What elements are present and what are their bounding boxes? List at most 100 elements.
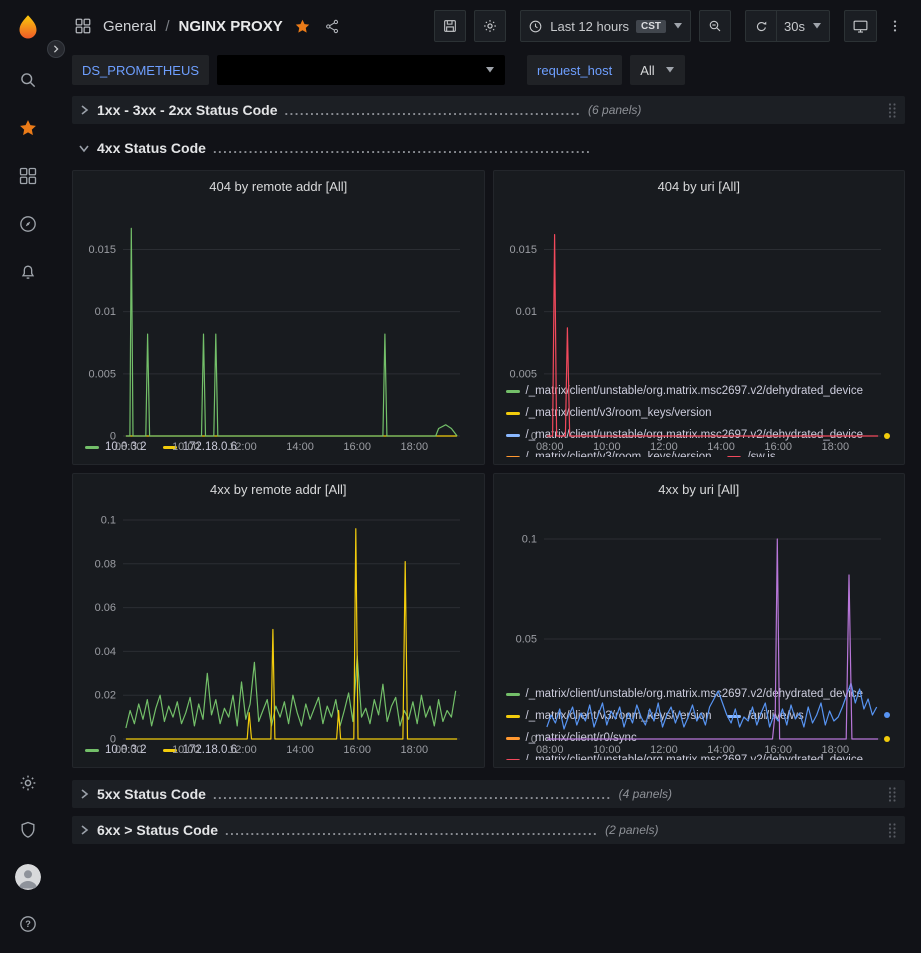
chevron-down-icon: [78, 142, 90, 154]
row-drag-handle[interactable]: [887, 822, 897, 839]
svg-text:18:00: 18:00: [401, 744, 429, 756]
svg-text:08:00: 08:00: [535, 744, 563, 756]
chevron-down-icon: [812, 23, 822, 29]
main-area: General / NGINX PROXY Last 12 hours: [56, 0, 921, 953]
legend-swatch: [506, 456, 520, 458]
svg-text:14:00: 14:00: [707, 441, 735, 453]
svg-text:10:00: 10:00: [593, 744, 621, 756]
svg-text:0.05: 0.05: [515, 634, 536, 646]
timezone-badge: CST: [636, 20, 666, 33]
svg-text:08:00: 08:00: [115, 744, 143, 756]
svg-text:12:00: 12:00: [650, 441, 678, 453]
svg-text:0.1: 0.1: [521, 534, 536, 546]
panel-title[interactable]: 4xx by remote addr [All]: [83, 479, 474, 501]
sidebar-expand-toggle[interactable]: [47, 40, 65, 58]
toolbar: Last 12 hours CST 30s: [434, 10, 905, 42]
search-icon[interactable]: [0, 56, 56, 104]
svg-text:16:00: 16:00: [764, 744, 792, 756]
row-drag-handle[interactable]: [887, 786, 897, 803]
svg-text:14:00: 14:00: [286, 441, 314, 453]
svg-text:08:00: 08:00: [535, 441, 563, 453]
variables-bar: DS_PROMETHEUS request_host All: [56, 52, 921, 88]
starred-icon[interactable]: [0, 104, 56, 152]
panel-4xx-by-remote-addr: 4xx by remote addr [All] 00.020.040.060.…: [72, 473, 485, 768]
svg-text:14:00: 14:00: [286, 744, 314, 756]
svg-text:0.015: 0.015: [509, 244, 537, 256]
svg-text:0.06: 0.06: [95, 602, 116, 614]
share-icon[interactable]: [322, 16, 343, 37]
panels-grid: 404 by remote addr [All] 00.0050.010.015…: [72, 170, 905, 768]
save-dashboard-button[interactable]: [434, 10, 466, 42]
time-range-picker[interactable]: Last 12 hours CST: [520, 10, 691, 42]
row-6xx[interactable]: 6xx > Status Code ......................…: [72, 816, 905, 844]
server-admin-shield-icon[interactable]: [0, 806, 56, 853]
svg-text:14:00: 14:00: [707, 744, 735, 756]
svg-text:0.015: 0.015: [88, 244, 116, 256]
dashboards-icon[interactable]: [0, 152, 56, 200]
svg-text:10:00: 10:00: [172, 441, 200, 453]
svg-text:0.1: 0.1: [101, 514, 116, 526]
timeseries-chart[interactable]: 00.0050.010.01508:0010:0012:0014:0016:00…: [504, 198, 895, 377]
row-drag-handle[interactable]: [887, 102, 897, 119]
zoom-out-time-button[interactable]: [699, 10, 731, 42]
time-range-label: Last 12 hours: [550, 19, 629, 34]
svg-text:0.01: 0.01: [95, 306, 116, 318]
svg-text:12:00: 12:00: [229, 441, 257, 453]
timeseries-chart[interactable]: 00.0050.010.01508:0010:0012:0014:0016:00…: [83, 198, 474, 433]
explore-compass-icon[interactable]: [0, 200, 56, 248]
refresh-interval-picker[interactable]: 30s: [777, 10, 830, 42]
chevron-right-icon: [78, 788, 90, 800]
kebab-menu-icon[interactable]: [885, 15, 905, 37]
request-host-select[interactable]: All: [630, 55, 684, 85]
row-1xx-3xx-2xx[interactable]: 1xx - 3xx - 2xx Status Code ............…: [72, 96, 905, 124]
chevron-down-icon: [673, 23, 683, 29]
top-navbar: General / NGINX PROXY Last 12 hours: [56, 0, 921, 52]
apps-grid-icon[interactable]: [72, 15, 94, 37]
svg-text:0.08: 0.08: [95, 558, 116, 570]
panel-title[interactable]: 4xx by uri [All]: [504, 479, 895, 501]
datasource-select[interactable]: [217, 55, 505, 85]
avatar[interactable]: [0, 853, 56, 900]
configuration-gear-icon[interactable]: [0, 759, 56, 806]
breadcrumb-separator: /: [165, 18, 169, 35]
request-host-variable-label: request_host: [527, 55, 622, 85]
breadcrumb-section[interactable]: General: [103, 18, 156, 35]
favorite-star-icon[interactable]: [292, 16, 313, 37]
panel-4xx-by-uri: 4xx by uri [All] 00.050.108:0010:0012:00…: [493, 473, 906, 768]
help-icon[interactable]: ?: [0, 900, 56, 947]
row-5xx[interactable]: 5xx Status Code ........................…: [72, 780, 905, 808]
svg-text:16:00: 16:00: [343, 744, 371, 756]
svg-text:0.04: 0.04: [95, 646, 116, 658]
svg-text:16:00: 16:00: [343, 441, 371, 453]
chevron-right-icon: [78, 824, 90, 836]
svg-text:08:00: 08:00: [115, 441, 143, 453]
dashboard-settings-button[interactable]: [474, 10, 506, 42]
chevron-down-icon: [485, 67, 495, 73]
svg-text:0.02: 0.02: [95, 690, 116, 702]
svg-text:10:00: 10:00: [593, 441, 621, 453]
svg-text:?: ?: [25, 919, 31, 929]
panel-404-by-remote-addr: 404 by remote addr [All] 00.0050.010.015…: [72, 170, 485, 465]
refresh-interval-label: 30s: [784, 19, 805, 34]
timeseries-chart[interactable]: 00.050.108:0010:0012:0014:0016:0018:00: [504, 501, 895, 680]
alerting-bell-icon[interactable]: [0, 248, 56, 296]
grafana-logo-icon[interactable]: [13, 8, 43, 48]
timeseries-chart[interactable]: 00.020.040.060.080.108:0010:0012:0014:00…: [83, 501, 474, 736]
svg-text:0.005: 0.005: [88, 368, 116, 380]
chevron-down-icon: [665, 67, 675, 73]
svg-text:18:00: 18:00: [821, 441, 849, 453]
dashboard-canvas: 1xx - 3xx - 2xx Status Code ............…: [56, 88, 921, 953]
svg-text:0.005: 0.005: [509, 368, 537, 380]
cycle-view-mode-button[interactable]: [844, 10, 877, 42]
svg-text:12:00: 12:00: [650, 744, 678, 756]
grafana-app: ? General / NGINX PROXY: [0, 0, 921, 953]
svg-text:18:00: 18:00: [401, 441, 429, 453]
panel-title[interactable]: 404 by uri [All]: [504, 176, 895, 198]
row-4xx[interactable]: 4xx Status Code ........................…: [72, 134, 905, 162]
chevron-right-icon: [78, 104, 90, 116]
legend-swatch: [506, 759, 520, 761]
svg-text:18:00: 18:00: [821, 744, 849, 756]
refresh-button[interactable]: [745, 10, 777, 42]
panel-404-by-uri: 404 by uri [All] 00.0050.010.01508:0010:…: [493, 170, 906, 465]
panel-title[interactable]: 404 by remote addr [All]: [83, 176, 474, 198]
